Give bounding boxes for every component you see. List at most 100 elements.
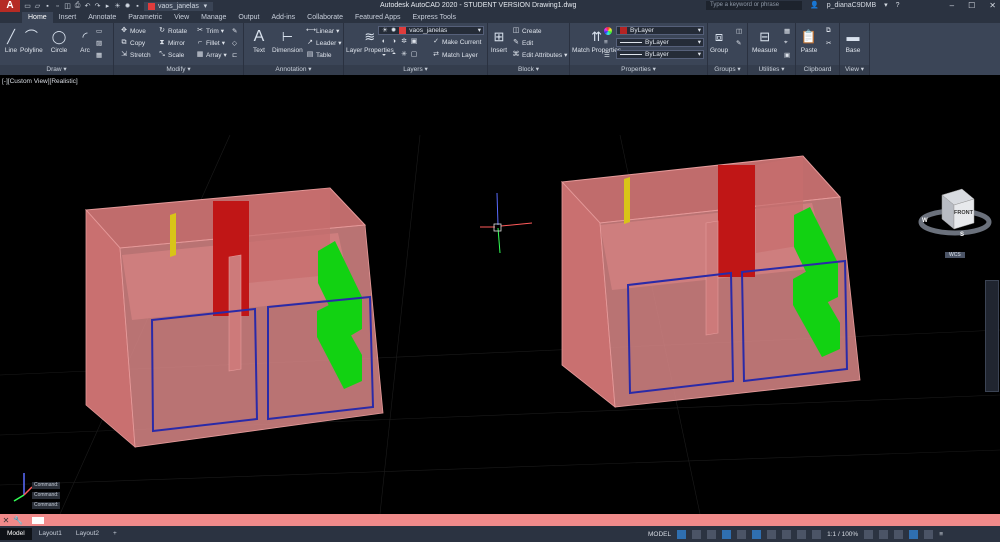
close-icon[interactable]: ✕ <box>989 0 996 12</box>
workspace-icon[interactable] <box>879 529 889 539</box>
open-icon[interactable]: ▱ <box>34 2 41 10</box>
tab-parametric[interactable]: Parametric <box>122 12 168 23</box>
save-as-icon[interactable]: ▫ <box>54 3 61 10</box>
erase-icon[interactable]: ✎ <box>232 27 237 35</box>
dimension-button[interactable]: ⊢ Dimension <box>272 27 303 55</box>
match-properties-button[interactable]: ⇈ Match Properties <box>572 27 621 55</box>
isodraft-icon[interactable] <box>737 529 747 539</box>
plot-icon[interactable]: ⎙ <box>74 2 81 10</box>
edit-block-button[interactable]: ✎ Edit <box>512 39 533 47</box>
linear-button[interactable]: ⟷ Linear ▾ <box>306 27 339 35</box>
annotation-visibility-icon[interactable] <box>812 529 822 539</box>
panel-title-view[interactable]: View ▾ <box>840 65 869 75</box>
customization-icon[interactable]: ≡ <box>939 531 943 538</box>
share-icon[interactable]: ▸ <box>104 2 111 10</box>
edit-attributes-button[interactable]: ⌘ Edit Attributes ▾ <box>512 51 568 59</box>
web-mobile-icon[interactable]: ◫ <box>64 2 71 10</box>
layout-tab-model[interactable]: Model <box>0 528 32 540</box>
ortho-icon[interactable] <box>707 529 717 539</box>
layer-unisolate-icon[interactable]: ◓ <box>390 51 398 59</box>
object-snap-icon[interactable] <box>752 529 762 539</box>
color-dropdown[interactable]: ByLayer ▾ <box>616 26 704 35</box>
gear-icon[interactable] <box>864 529 874 539</box>
annotation-scale[interactable]: 1:1 / 100% <box>827 531 858 538</box>
ungroup-icon[interactable]: ◫ <box>736 27 742 35</box>
tab-express-tools[interactable]: Express Tools <box>407 12 462 23</box>
panel-title-annotation[interactable]: Annotation ▾ <box>244 65 343 75</box>
search-input[interactable]: Type a keyword or phrase <box>706 1 802 10</box>
array-button[interactable]: ▦ Array ▾ <box>196 51 227 59</box>
cart-icon[interactable]: ▾ <box>884 0 888 12</box>
tab-featured-apps[interactable]: Featured Apps <box>349 12 407 23</box>
lineweight-dropdown[interactable]: ByLayer ▾ <box>616 50 704 59</box>
user-name[interactable]: p_dianaC9DMB <box>827 0 876 12</box>
hatch-icon[interactable]: ▨ <box>96 39 102 47</box>
user-icon[interactable]: 👤 <box>810 0 819 12</box>
application-menu-button[interactable]: A <box>0 0 20 12</box>
panel-title-modify[interactable]: Modify ▾ <box>114 65 243 75</box>
lineweight-toggle-icon[interactable] <box>767 529 777 539</box>
polyline-button[interactable]: ⌒ Polyline <box>20 27 43 55</box>
scale-button[interactable]: ⤡ Scale <box>158 51 184 59</box>
copy-clip-icon[interactable]: ⧉ <box>826 27 831 35</box>
layer-freeze-icon[interactable]: ✲ <box>400 38 408 46</box>
mirror-button[interactable]: ⧗ Mirror <box>158 39 185 47</box>
layout-tab-layout1[interactable]: Layout1 <box>32 528 69 540</box>
selection-cycling-icon[interactable] <box>797 529 807 539</box>
base-button[interactable]: ▬ Base <box>844 27 862 55</box>
close-icon[interactable]: ✕ <box>0 516 12 525</box>
layout-tab-layout2[interactable]: Layout2 <box>69 528 106 540</box>
text-button[interactable]: A Text <box>250 27 268 54</box>
building-left[interactable] <box>84 187 384 448</box>
create-block-button[interactable]: ◫ Create <box>512 27 542 35</box>
minimize-icon[interactable]: – <box>950 0 954 12</box>
panel-title-clipboard[interactable]: Clipboard <box>796 65 839 75</box>
tab-manage[interactable]: Manage <box>195 12 232 23</box>
explode-icon[interactable]: ◇ <box>232 39 237 47</box>
new-icon[interactable]: ▭ <box>24 2 31 10</box>
panel-title-draw[interactable]: Draw ▾ <box>0 65 113 75</box>
line-button[interactable]: ╱ Line <box>2 27 20 55</box>
isolate-objects-icon[interactable] <box>894 529 904 539</box>
save-icon[interactable]: ▪ <box>44 3 51 10</box>
tab-annotate[interactable]: Annotate <box>82 12 122 23</box>
command-input[interactable] <box>32 516 44 524</box>
maximize-icon[interactable]: ☐ <box>968 0 975 12</box>
trim-button[interactable]: ✂ Trim ▾ <box>196 27 224 35</box>
tab-view[interactable]: View <box>168 12 195 23</box>
fillet-button[interactable]: ⌐ Fillet ▾ <box>196 39 225 47</box>
move-button[interactable]: ✥ Move <box>120 27 146 35</box>
polar-icon[interactable] <box>722 529 732 539</box>
stretch-button[interactable]: ⇲ Stretch <box>120 51 151 59</box>
make-current-button[interactable]: ✓ Make Current <box>432 38 481 46</box>
hardware-acceleration-icon[interactable] <box>909 529 919 539</box>
group-edit-icon[interactable]: ✎ <box>736 39 741 47</box>
tab-output[interactable]: Output <box>232 12 265 23</box>
insert-button[interactable]: ⊞ Insert <box>490 27 508 55</box>
tab-add-ins[interactable]: Add-ins <box>265 12 301 23</box>
select-all-icon[interactable]: ▣ <box>784 51 790 59</box>
snap-icon[interactable] <box>692 529 702 539</box>
arc-button[interactable]: ◜ Arc <box>76 27 94 55</box>
layer-unlock-icon[interactable]: ▢ <box>410 51 418 59</box>
copy-button[interactable]: ⧉ Copy <box>120 39 146 47</box>
building-right[interactable] <box>560 155 861 408</box>
rectangle-icon[interactable]: ▭ <box>96 27 102 35</box>
clean-screen-icon[interactable] <box>924 529 934 539</box>
layer-off-icon[interactable]: ◐ <box>380 38 388 46</box>
panel-title-block[interactable]: Block ▾ <box>488 65 569 75</box>
viewport-controls-label[interactable]: [-][Custom View][Realistic] <box>2 78 78 85</box>
model-space-toggle[interactable]: MODEL <box>648 531 671 538</box>
rotate-button[interactable]: ↻ Rotate <box>158 27 187 35</box>
offset-icon[interactable]: ⊏ <box>232 51 237 59</box>
layer-dropdown[interactable]: ☀ ✹ vaos_janelas ▾ <box>378 26 484 35</box>
transparency-icon[interactable] <box>782 529 792 539</box>
panel-title-groups[interactable]: Groups ▾ <box>708 65 747 75</box>
add-layout-tab[interactable]: + <box>106 528 124 540</box>
compass-south[interactable]: S <box>960 232 964 238</box>
panel-title-layers[interactable]: Layers ▾ <box>344 65 487 75</box>
layer-isolate-icon[interactable]: ◑ <box>390 38 398 46</box>
redo-icon[interactable]: ↷ <box>94 2 101 10</box>
wrench-icon[interactable]: 🔧 <box>12 516 24 525</box>
id-point-icon[interactable]: ⌖ <box>784 39 788 47</box>
